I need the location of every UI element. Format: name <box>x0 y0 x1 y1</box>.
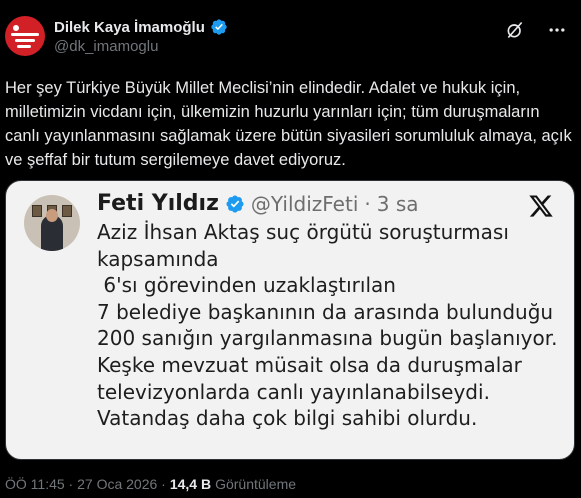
quoted-text-line: Vatandaş daha çok bilgi sahibi olurdu. <box>97 406 478 431</box>
x-logo-icon <box>529 195 553 217</box>
post-header: Dilek Kaya İmamoğlu @dk_imamoglu <box>0 0 581 62</box>
quoted-text-line: Aziz İhsan Aktaş suç örgütü soruşturması <box>97 220 509 244</box>
post-timestamp[interactable]: ÖÖ 11:45 · 27 Oca 2026 · <box>5 476 166 492</box>
quoted-post-image[interactable]: Feti Yıldız @YildizFeti · 3 sa Aziz İhsa… <box>5 180 575 460</box>
post-text: Her şey Türkiye Büyük Millet Meclisi’nin… <box>5 79 572 169</box>
quoted-text: Aziz İhsan Aktaş suç örgütü soruşturması… <box>97 219 567 432</box>
quoted-text-line: televizyonlarda canlı yayınlanabilseydi. <box>97 379 490 404</box>
author-display-name[interactable]: Dilek Kaya İmamoğlu <box>54 19 205 36</box>
author-handle[interactable]: @dk_imamoglu <box>54 38 158 55</box>
quoted-author-name: Feti Yıldız <box>97 191 219 216</box>
views-label: Görüntüleme <box>215 476 297 492</box>
verified-badge-icon <box>226 194 244 213</box>
quoted-text-line: kapsamında <box>97 246 219 271</box>
grok-icon[interactable] <box>505 20 525 40</box>
quoted-separator: · <box>364 191 371 216</box>
quoted-author-handle: @YildizFeti <box>250 191 359 216</box>
quoted-text-line: Keşke mevzuat müsait olsa da duruşmalar <box>97 352 522 377</box>
author-avatar[interactable] <box>5 16 45 56</box>
quoted-text-line: 7 belediye başkanının da arasında bulund… <box>97 299 554 324</box>
quoted-time: 3 sa <box>376 191 419 216</box>
quoted-text-line: 6'sı görevinden uzaklaştırılan <box>97 273 396 298</box>
quoted-text-line: 200 sanığın yargılanmasına bugün başlanı… <box>97 326 558 351</box>
post-meta: ÖÖ 11:45 · 27 Oca 2026 · 14,4 B Görüntül… <box>5 476 296 492</box>
verified-badge-icon <box>211 19 227 35</box>
more-icon[interactable] <box>547 20 567 40</box>
views-count: 14,4 B <box>169 476 212 492</box>
quoted-author-avatar <box>24 195 80 251</box>
